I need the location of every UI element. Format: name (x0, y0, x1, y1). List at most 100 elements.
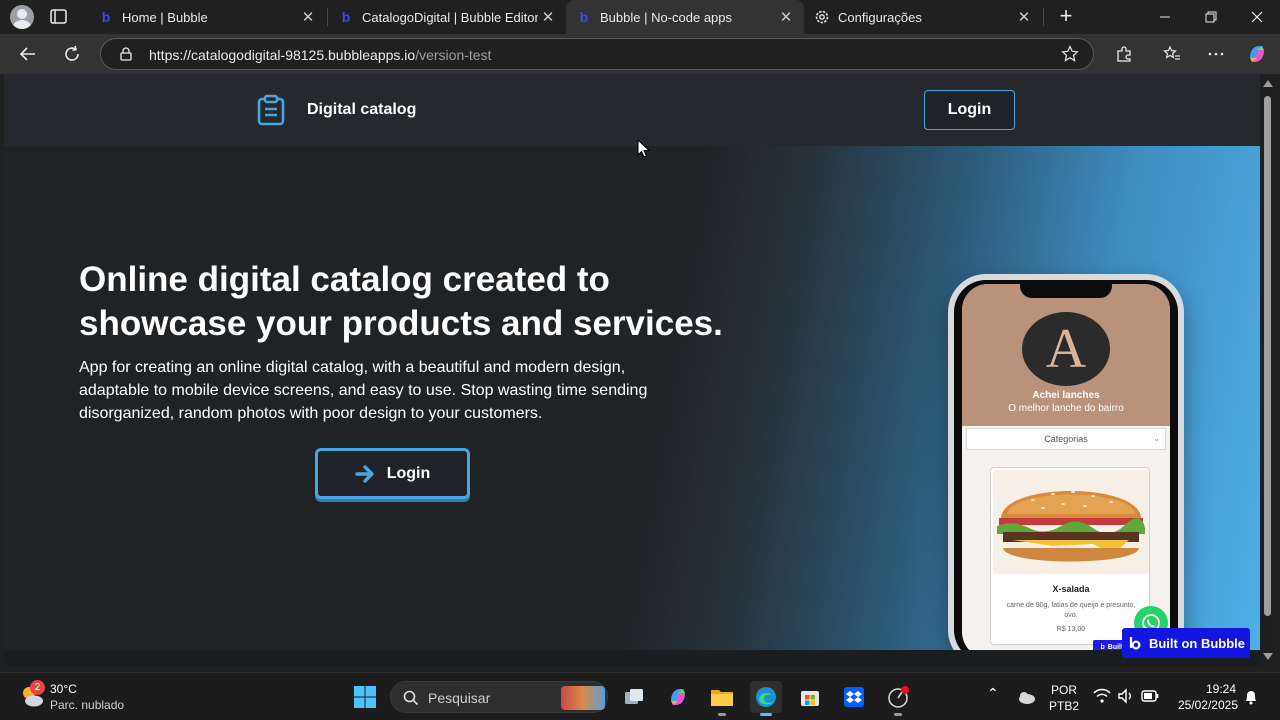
refresh-icon[interactable] (60, 42, 84, 66)
address-bar[interactable]: https://catalogodigital-98125.bubbleapps… (100, 38, 1094, 70)
windows-start-icon[interactable] (349, 681, 381, 713)
favorite-star-icon[interactable] (1061, 45, 1079, 63)
file-explorer-icon[interactable] (706, 681, 738, 716)
tab-title: Home | Bubble (122, 9, 208, 25)
store-name: Achei lanches (1032, 390, 1100, 401)
taskbar-search-box[interactable]: Pesquisar (390, 681, 608, 713)
tab-actions-icon[interactable] (48, 7, 70, 27)
onedrive-cloud-icon[interactable] (1016, 688, 1036, 706)
built-on-bubble-badge[interactable]: Built on Bubble (1122, 628, 1250, 658)
phone-notch (1020, 284, 1112, 298)
close-tab-icon[interactable]: ✕ (776, 7, 796, 27)
hero-description: App for creating an online digital catal… (79, 359, 648, 422)
close-tab-icon[interactable]: ✕ (538, 7, 558, 27)
minimize-window-icon[interactable] (1142, 0, 1188, 34)
bubble-favicon-icon: b (579, 9, 589, 25)
windows-taskbar: 2 30°C Parc. nublado Pesquisar ⌃ POR PTB… (0, 672, 1280, 720)
browser-tab-strip: b Home | Bubble ✕ b CatalogoDigital | Bu… (0, 0, 1280, 34)
close-window-icon[interactable] (1234, 0, 1280, 34)
settings-gear-icon (814, 9, 830, 25)
app-header: A Achei lanches O melhor lanche do bairr… (962, 284, 1170, 426)
back-arrow-icon[interactable] (16, 42, 40, 66)
site-brand[interactable]: Digital catalog (307, 101, 416, 119)
page-bottom-strip (4, 650, 1260, 666)
hero-title: Online digital catalog created to showca… (79, 260, 723, 343)
task-view-icon[interactable] (618, 681, 650, 713)
close-tab-icon[interactable]: ✕ (1014, 7, 1034, 27)
tab-title: Bubble | No-code apps (600, 9, 733, 25)
built-on-bubble-label: Built on Bubble (1148, 635, 1246, 651)
bubble-favicon-icon: b (341, 9, 351, 25)
store-slogan: O melhor lanche do bairro (1008, 403, 1124, 414)
scroll-down-icon[interactable] (1263, 653, 1273, 660)
running-indicator (894, 713, 902, 716)
tab-title: CatalogoDigital | Bubble Editor (362, 9, 538, 25)
restore-window-icon[interactable] (1188, 0, 1234, 34)
clock-time[interactable]: 19:24 (1170, 682, 1250, 696)
tab-configuracoes[interactable]: Configurações ✕ (804, 0, 1042, 34)
hero-section: Online digital catalog created to showca… (4, 146, 1260, 666)
search-icon (403, 690, 419, 706)
copilot-taskbar-icon[interactable] (662, 681, 694, 713)
hero-login-button[interactable]: Login (315, 448, 470, 499)
bubble-favicon-icon: b (101, 9, 111, 25)
scrollbar-thumb[interactable] (1264, 96, 1271, 616)
mouse-cursor-icon (637, 139, 651, 158)
profile-avatar-icon[interactable] (10, 5, 34, 29)
weather-alert-badge: 2 (30, 680, 45, 695)
clipboard-logo-icon[interactable] (256, 94, 286, 126)
chevron-down-icon: ⌄ (1153, 434, 1160, 443)
burger-image (993, 470, 1149, 574)
tab-title: Configurações (838, 9, 922, 25)
volume-icon[interactable] (1117, 688, 1135, 704)
tab-catalogodigital-editor[interactable]: b CatalogoDigital | Bubble Editor ✕ (328, 0, 566, 34)
phone-screen: A Achei lanches O melhor lanche do bairr… (962, 284, 1170, 658)
notification-bell-icon[interactable] (1244, 689, 1258, 705)
site-header: Digital catalog Login (4, 74, 1260, 146)
store-logo: A (1022, 312, 1110, 386)
chrome-recording-icon[interactable] (882, 681, 914, 716)
active-indicator (760, 713, 772, 716)
weather-description[interactable]: Parc. nublado (50, 698, 124, 712)
battery-icon[interactable] (1141, 689, 1159, 703)
arrow-right-icon (355, 464, 374, 483)
weather-temperature[interactable]: 30°C (50, 682, 77, 696)
url-path: /version-test (415, 47, 492, 63)
category-select[interactable]: Categorias ⌄ (966, 428, 1166, 450)
dropbox-icon[interactable] (838, 681, 870, 713)
scroll-up-icon[interactable] (1263, 80, 1273, 87)
lock-icon[interactable] (119, 47, 133, 61)
tab-separator (1043, 8, 1044, 26)
tab-home-bubble[interactable]: b Home | Bubble ✕ (88, 0, 326, 34)
phone-mockup: A Achei lanches O melhor lanche do bairr… (948, 274, 1184, 666)
product-name: X-salada (1052, 584, 1090, 594)
extensions-puzzle-icon[interactable] (1112, 42, 1136, 66)
hero-login-label: Login (386, 464, 431, 482)
new-tab-button[interactable]: + (1054, 5, 1078, 29)
more-menu-icon[interactable] (1204, 42, 1228, 66)
show-hidden-icons-chevron-icon[interactable]: ⌃ (987, 685, 999, 702)
edge-browser-icon[interactable] (750, 681, 782, 716)
url-text: https://catalogodigital-98125.bubbleapps… (149, 47, 491, 63)
keyboard-layout[interactable]: PTB2 (1048, 699, 1080, 713)
clock-date[interactable]: 25/02/2025 (1170, 698, 1238, 712)
language-code[interactable]: POR (1048, 683, 1080, 697)
page-viewport: Digital catalog Login Online digital cat… (4, 74, 1260, 666)
copilot-icon[interactable] (1245, 42, 1269, 66)
url-host: https://catalogodigital-98125.bubbleapps… (149, 47, 416, 63)
page-scrollbar[interactable] (1260, 74, 1276, 666)
search-placeholder: Pesquisar (428, 690, 491, 706)
category-select-value: Categorias (1044, 434, 1088, 444)
close-tab-icon[interactable]: ✕ (298, 7, 318, 27)
tab-bubble-nocode-apps[interactable]: b Bubble | No-code apps ✕ (566, 0, 804, 34)
search-highlight-image (561, 686, 605, 710)
microsoft-store-icon[interactable] (794, 681, 826, 713)
product-description: carne de 90g, fatias de queijo e presunt… (1006, 602, 1136, 619)
wifi-icon[interactable] (1093, 688, 1111, 704)
browser-toolbar: https://catalogodigital-98125.bubbleapps… (0, 34, 1280, 74)
header-login-button[interactable]: Login (924, 90, 1015, 130)
favorites-list-icon[interactable] (1160, 42, 1184, 66)
running-indicator (718, 713, 726, 716)
bubble-logo-icon (1129, 637, 1141, 650)
product-card[interactable]: X-salada carne de 90g, fatias de queijo … (990, 467, 1150, 645)
